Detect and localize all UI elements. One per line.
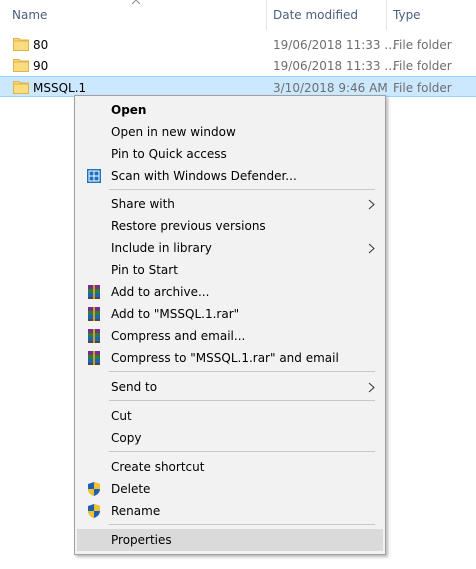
file-date: 19/06/2018 11:33 ...	[273, 59, 396, 73]
folder-icon	[13, 59, 29, 72]
chevron-right-icon	[368, 199, 375, 210]
menu-item-open[interactable]: Open	[77, 99, 383, 121]
menu-item-label: Open in new window	[111, 125, 236, 139]
menu-item-label: Restore previous versions	[111, 219, 266, 233]
windows-defender-icon	[87, 169, 101, 183]
menu-separator	[109, 524, 375, 525]
menu-item-share-with[interactable]: Share with	[77, 193, 383, 215]
menu-item-create-shortcut[interactable]: Create shortcut	[77, 456, 383, 478]
menu-item-compress-rar-email[interactable]: Compress to "MSSQL.1.rar" and email	[77, 347, 383, 369]
file-name: 90	[33, 59, 49, 73]
menu-item-label: Cut	[111, 409, 132, 423]
folder-icon	[13, 81, 29, 94]
menu-item-label: Add to archive...	[111, 285, 210, 299]
column-divider[interactable]	[266, 0, 267, 30]
uac-shield-icon	[88, 504, 100, 518]
menu-item-label: Include in library	[111, 241, 212, 255]
menu-separator	[109, 189, 375, 190]
menu-item-send-to[interactable]: Send to	[77, 376, 383, 398]
chevron-right-icon	[368, 382, 375, 393]
menu-item-label: Create shortcut	[111, 460, 205, 474]
file-date: 19/06/2018 11:33 ...	[273, 38, 396, 52]
menu-item-label: Send to	[111, 380, 158, 394]
menu-item-delete[interactable]: Delete	[77, 478, 383, 500]
winrar-icon	[88, 285, 100, 299]
menu-item-label: Compress and email...	[111, 329, 246, 343]
context-menu: Open Open in new window Pin to Quick acc…	[74, 95, 386, 555]
uac-shield-icon	[88, 482, 100, 496]
menu-item-label: Rename	[111, 504, 161, 518]
file-type: File folder	[393, 81, 452, 95]
winrar-icon	[88, 329, 100, 343]
menu-item-label: Share with	[111, 197, 175, 211]
menu-item-properties[interactable]: Properties	[77, 529, 383, 551]
file-type: File folder	[393, 59, 452, 73]
file-row-mssql1[interactable]: MSSQL.1 3/10/2018 9:46 AM File folder	[0, 76, 476, 97]
menu-item-label: Pin to Start	[111, 263, 178, 277]
menu-item-pin-quick-access[interactable]: Pin to Quick access	[77, 143, 383, 165]
sort-ascending-icon	[131, 0, 141, 5]
menu-item-scan-defender[interactable]: Scan with Windows Defender...	[77, 165, 383, 187]
menu-item-label: Copy	[111, 431, 142, 445]
column-divider[interactable]	[386, 0, 387, 30]
file-date: 3/10/2018 9:46 AM	[273, 81, 388, 95]
column-header-bar: Name Date modified Type	[0, 0, 476, 30]
file-name: 80	[33, 38, 49, 52]
menu-item-restore-versions[interactable]: Restore previous versions	[77, 215, 383, 237]
menu-item-label: Compress to "MSSQL.1.rar" and email	[111, 351, 339, 365]
menu-item-label: Add to "MSSQL.1.rar"	[111, 307, 240, 321]
menu-item-rename[interactable]: Rename	[77, 500, 383, 522]
column-header-date-modified[interactable]: Date modified	[273, 8, 358, 22]
menu-separator	[109, 371, 375, 372]
menu-separator	[109, 400, 375, 401]
menu-item-label: Open	[111, 103, 147, 117]
column-header-name[interactable]: Name	[12, 8, 47, 22]
menu-item-compress-email[interactable]: Compress and email...	[77, 325, 383, 347]
menu-item-include-library[interactable]: Include in library	[77, 237, 383, 259]
file-type: File folder	[393, 38, 452, 52]
chevron-right-icon	[368, 243, 375, 254]
menu-item-add-rar[interactable]: Add to "MSSQL.1.rar"	[77, 303, 383, 325]
menu-item-pin-start[interactable]: Pin to Start	[77, 259, 383, 281]
menu-item-cut[interactable]: Cut	[77, 405, 383, 427]
menu-item-label: Delete	[111, 482, 151, 496]
folder-icon	[13, 38, 29, 51]
file-row-80[interactable]: 80 19/06/2018 11:33 ... File folder	[0, 34, 476, 55]
menu-item-copy[interactable]: Copy	[77, 427, 383, 449]
winrar-icon	[88, 307, 100, 321]
winrar-icon	[88, 351, 100, 365]
column-header-type[interactable]: Type	[393, 8, 421, 22]
menu-separator	[109, 451, 375, 452]
menu-item-label: Scan with Windows Defender...	[111, 169, 297, 183]
file-row-90[interactable]: 90 19/06/2018 11:33 ... File folder	[0, 55, 476, 76]
menu-item-open-new-window[interactable]: Open in new window	[77, 121, 383, 143]
menu-item-label: Pin to Quick access	[111, 147, 227, 161]
menu-item-add-archive[interactable]: Add to archive...	[77, 281, 383, 303]
menu-item-label: Properties	[111, 533, 172, 547]
file-name: MSSQL.1	[33, 81, 87, 95]
